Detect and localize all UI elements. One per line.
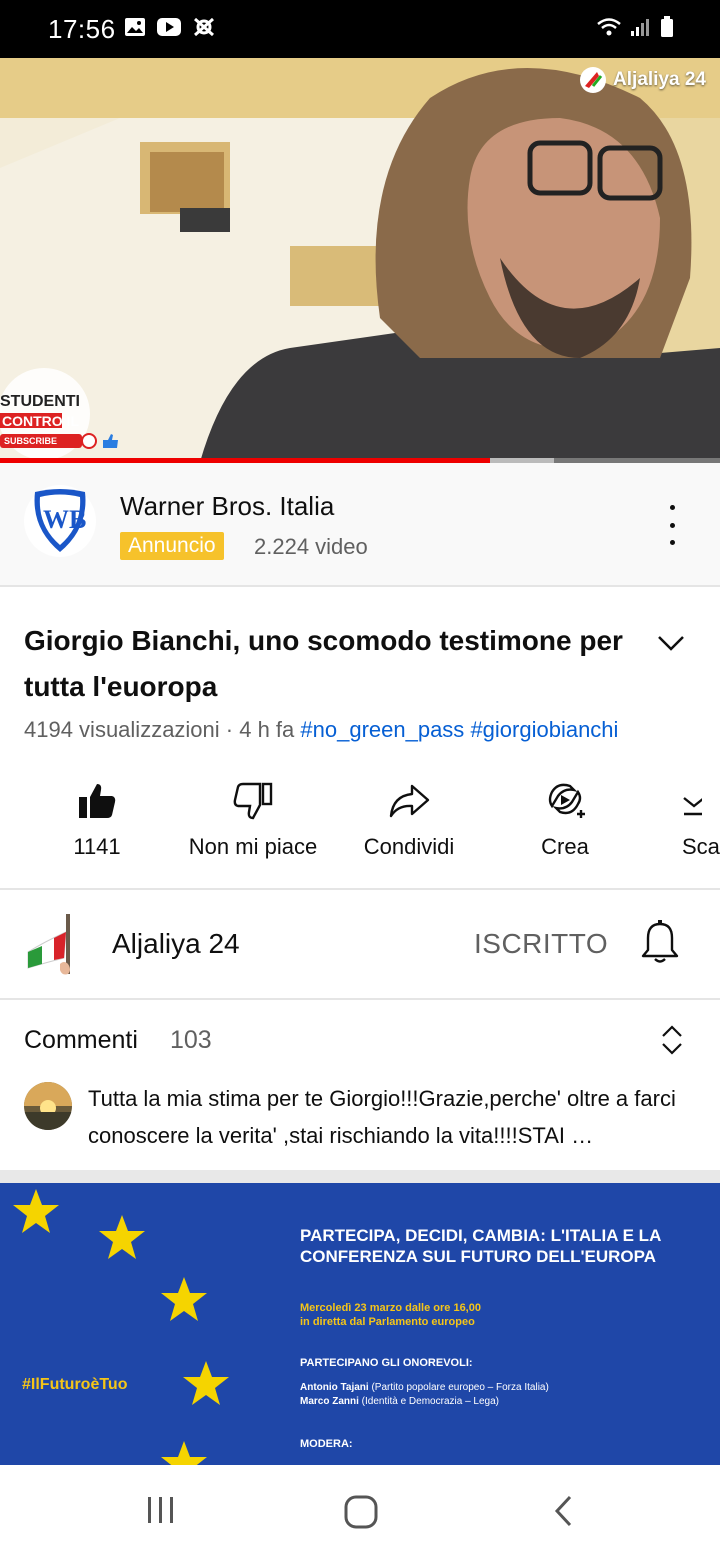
commenter-avatar[interactable]: [24, 1082, 72, 1130]
create-label: Crea: [541, 834, 589, 859]
home-icon[interactable]: [344, 1495, 378, 1529]
video-player[interactable]: Aljaliya 24 STUDENTI CONTRO IL SUBSCRIBE: [0, 58, 720, 462]
subscribe-button[interactable]: ISCRITTO: [474, 928, 608, 960]
ad-card[interactable]: WB Warner Bros. Italia Annuncio 2.224 vi…: [0, 463, 720, 587]
subscribe-label: SUBSCRIBE: [4, 436, 57, 446]
wb-logo[interactable]: WB: [24, 485, 96, 557]
studenti-watermark: STUDENTI CONTRO IL SUBSCRIBE: [0, 368, 118, 460]
channel-avatar[interactable]: [24, 912, 80, 976]
comments-count: 103: [170, 1026, 212, 1054]
watermark-line1: STUDENTI: [0, 393, 80, 410]
chevron-down-icon[interactable]: [656, 628, 686, 658]
channel-name[interactable]: Aljaliya 24: [112, 928, 240, 960]
channel-watermark-text: Aljaliya 24: [613, 69, 706, 90]
create-button[interactable]: Crea: [490, 776, 640, 876]
image-icon: [125, 18, 145, 36]
download-label: Sca: [682, 834, 720, 859]
thumbs-up-icon: [79, 784, 116, 818]
create-icon: [548, 783, 585, 818]
dislike-label: Non mi piace: [188, 834, 318, 859]
dislike-button[interactable]: Non mi piace: [178, 776, 328, 876]
top-comment-text: Tutta la mia stima per te Giorgio!!!Graz…: [88, 1086, 676, 1148]
recent-apps-icon[interactable]: [146, 1495, 176, 1525]
eu-stars-graphic: [13, 1189, 229, 1465]
banner-participants-heading: PARTECIPANO GLI ONOREVOLI:: [300, 1357, 473, 1369]
channel-row[interactable]: Aljaliya 24 ISCRITTO: [0, 890, 720, 998]
watermark-graphic: STUDENTI CONTRO IL SUBSCRIBE: [0, 368, 118, 460]
battery-icon: [661, 16, 673, 37]
banner-date: Mercoledì 23 marzo dalle ore 16,00 in dir…: [300, 1302, 481, 1328]
game-icon: [194, 17, 214, 37]
like-button[interactable]: 1141: [22, 776, 172, 876]
download-button[interactable]: Sca: [646, 776, 720, 876]
ad-badge: Annuncio: [120, 532, 224, 560]
channel-watermark: Aljaliya 24: [579, 66, 706, 94]
next-video-thumbnail[interactable]: #IlFuturoèTuo PARTECIPA, DECIDI, CAMBIA:…: [0, 1183, 720, 1465]
signal-icon: [631, 19, 649, 36]
download-icon: [683, 797, 702, 816]
hashtag-link[interactable]: #no_green_pass: [300, 717, 464, 742]
wb-shield-icon: WB: [34, 489, 86, 552]
watermark-line2: CONTRO IL: [2, 413, 79, 429]
view-count: 4194 visualizzazioni: [24, 717, 220, 742]
ad-video-count: 2.224 video: [254, 534, 368, 559]
hashtag-link[interactable]: #giorgiobianchi: [470, 717, 618, 742]
status-time: 17:56: [48, 14, 116, 44]
channel-logo-icon: [580, 67, 607, 93]
action-bar: 1141 Non mi piace Condividi Crea Sca: [0, 776, 720, 876]
thumbs-down-icon: [233, 782, 273, 820]
banner-moderator-heading: MODERA:: [300, 1438, 353, 1450]
system-nav-bar: [0, 1465, 720, 1560]
share-icon: [389, 784, 430, 818]
svg-text:WB: WB: [43, 505, 86, 534]
advertiser-name[interactable]: Warner Bros. Italia: [120, 491, 334, 522]
comments-section[interactable]: Commenti 103 Tutta la mia stima per te G…: [0, 1000, 720, 1170]
expand-collapse-icon[interactable]: [660, 1024, 684, 1056]
more-options-icon[interactable]: [660, 505, 684, 545]
share-label: Condividi: [363, 834, 455, 859]
status-bar: 17:56: [0, 0, 720, 58]
comments-heading: Commenti: [24, 1026, 138, 1054]
upload-age: · 4 h fa: [219, 717, 301, 742]
notification-bell-icon[interactable]: [640, 920, 680, 964]
share-button[interactable]: Condividi: [334, 776, 484, 876]
wifi-icon: [597, 18, 621, 36]
video-title[interactable]: Giorgio Bianchi, uno scomodo testimone p…: [24, 618, 624, 710]
back-icon[interactable]: [552, 1495, 576, 1527]
like-count: 1141: [73, 834, 121, 859]
banner-title: PARTECIPA, DECIDI, CAMBIA: L'ITALIA E LA…: [300, 1226, 661, 1266]
youtube-icon: [157, 18, 181, 36]
section-gap: [0, 1170, 720, 1183]
video-meta: 4194 visualizzazioni · 4 h fa #no_green_…: [24, 717, 618, 743]
banner-hashtag: #IlFuturoèTuo: [22, 1376, 128, 1393]
banner-participants: Antonio Tajani (Partito popolare europeo…: [300, 1382, 549, 1407]
